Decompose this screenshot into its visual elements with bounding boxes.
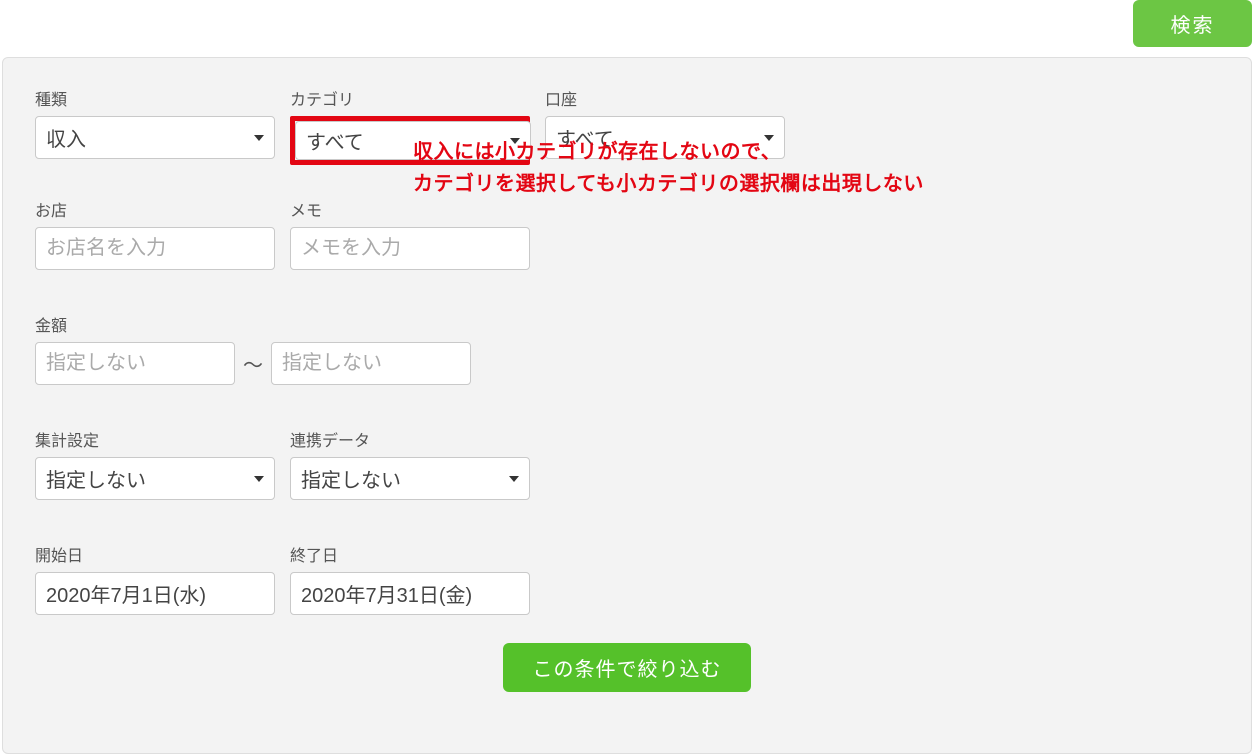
- amount-from-input[interactable]: [46, 352, 224, 375]
- amount-from-wrap: [35, 342, 235, 385]
- amount-to-input[interactable]: [282, 352, 460, 375]
- end-date-label: 終了日: [290, 542, 530, 566]
- memo-field: メモ: [290, 197, 530, 270]
- type-field: 種類 収入: [35, 86, 275, 159]
- end-date-input[interactable]: 2020年7月31日(金): [290, 572, 530, 615]
- type-label: 種類: [35, 86, 275, 110]
- amount-label: 金額: [35, 312, 471, 336]
- memo-input-wrap: [290, 227, 530, 270]
- chevron-down-icon: [254, 135, 264, 141]
- chevron-down-icon: [509, 476, 519, 482]
- filter-submit-button[interactable]: この条件で絞り込む: [503, 643, 751, 692]
- end-date-field: 終了日 2020年7月31日(金): [290, 542, 530, 615]
- start-date-value: 2020年7月1日(水): [46, 579, 206, 608]
- filter-row-4: 集計設定 指定しない 連携データ 指定しない: [35, 427, 1219, 500]
- filter-panel: 種類 収入 カテゴリ すべて 口座 すべて 収入には小カテゴリが存在: [2, 57, 1252, 754]
- shop-input[interactable]: [46, 237, 264, 260]
- aggregation-field: 集計設定 指定しない: [35, 427, 275, 500]
- range-tilde: 〜: [243, 342, 263, 385]
- linked-data-select[interactable]: 指定しない: [290, 457, 530, 500]
- filter-row-3: 金額 〜: [35, 312, 1219, 385]
- annotation-line-2: カテゴリを選択しても小カテゴリの選択欄は出現しない: [413, 168, 924, 200]
- search-button[interactable]: 検索: [1133, 0, 1252, 47]
- shop-field: お店: [35, 197, 275, 270]
- linked-data-field: 連携データ 指定しない: [290, 427, 530, 500]
- aggregation-select[interactable]: 指定しない: [35, 457, 275, 500]
- start-date-label: 開始日: [35, 542, 275, 566]
- filter-row-5: 開始日 2020年7月1日(水) 終了日 2020年7月31日(金): [35, 542, 1219, 615]
- type-select[interactable]: 収入: [35, 116, 275, 159]
- linked-data-select-value: 指定しない: [301, 464, 401, 493]
- account-label: 口座: [545, 86, 785, 110]
- category-select-value: すべて: [306, 126, 364, 155]
- linked-data-label: 連携データ: [290, 427, 530, 451]
- amount-to-wrap: [271, 342, 471, 385]
- annotation-line-1: 収入には小カテゴリが存在しないので、: [413, 136, 924, 168]
- shop-input-wrap: [35, 227, 275, 270]
- chevron-down-icon: [254, 476, 264, 482]
- annotation-text: 収入には小カテゴリが存在しないので、 カテゴリを選択しても小カテゴリの選択欄は出…: [413, 136, 924, 200]
- filter-row-2: お店 メモ: [35, 197, 1219, 270]
- memo-label: メモ: [290, 197, 530, 221]
- shop-label: お店: [35, 197, 275, 221]
- start-date-input[interactable]: 2020年7月1日(水): [35, 572, 275, 615]
- category-label: カテゴリ: [290, 86, 530, 110]
- aggregation-select-value: 指定しない: [46, 464, 146, 493]
- submit-row: この条件で絞り込む: [35, 643, 1219, 692]
- aggregation-label: 集計設定: [35, 427, 275, 451]
- end-date-value: 2020年7月31日(金): [301, 579, 472, 608]
- start-date-field: 開始日 2020年7月1日(水): [35, 542, 275, 615]
- type-select-value: 収入: [46, 123, 86, 152]
- amount-field: 金額 〜: [35, 312, 471, 385]
- memo-input[interactable]: [301, 237, 519, 260]
